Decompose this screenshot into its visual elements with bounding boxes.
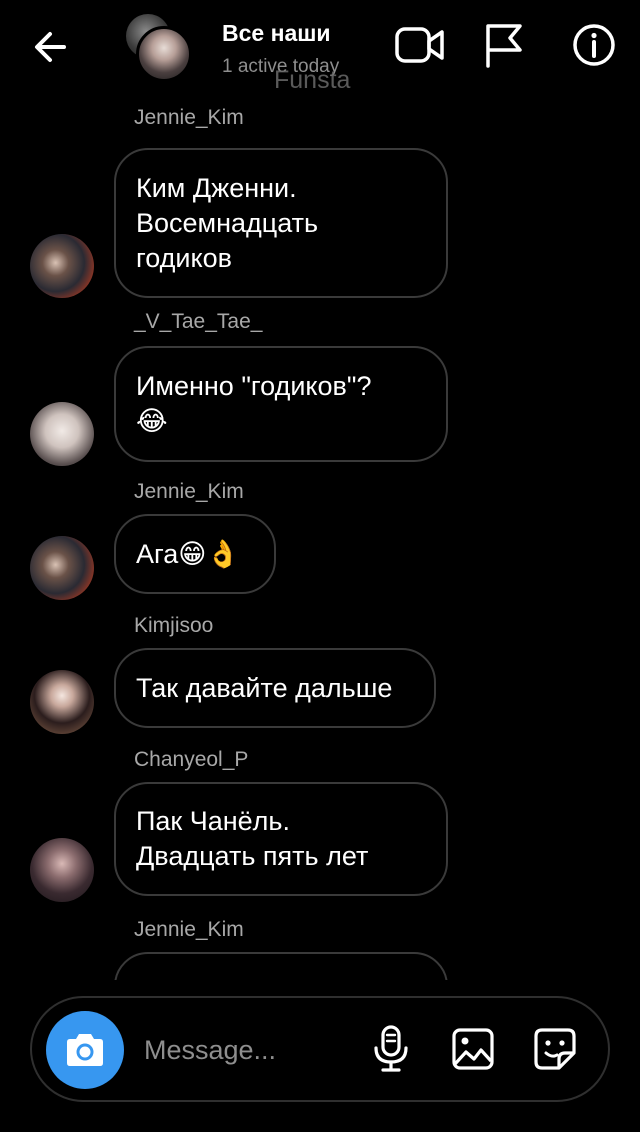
message-input[interactable]: [144, 1028, 344, 1072]
flag-icon[interactable]: [480, 22, 532, 68]
message-bubble[interactable]: [114, 952, 448, 980]
sticker-button[interactable]: [530, 1024, 580, 1074]
avatar[interactable]: [30, 234, 94, 298]
message-line: 😂: [136, 406, 168, 436]
message-line: Восемнадцать: [136, 207, 319, 238]
sender-name: Kimjisoo: [134, 614, 214, 637]
chat-title[interactable]: Все наши: [222, 20, 331, 47]
message-line: Так давайте дальше: [136, 672, 393, 703]
microphone-icon: [374, 1025, 408, 1072]
camera-button[interactable]: [46, 1011, 124, 1089]
image-gallery-icon: [452, 1028, 494, 1070]
message-line: Ким Дженни.: [136, 172, 297, 203]
sender-name: Jennie_Kim: [134, 918, 244, 941]
member-avatar-front: [136, 26, 192, 82]
message-thread[interactable]: Jennie_Kim Ким Дженни. Восемнадцать годи…: [0, 100, 640, 980]
message-line: Ага😁👌: [136, 538, 241, 569]
message-line: Пак Чанёль.: [136, 806, 290, 836]
chat-screen: Все наши 1 active today Funsta Jennie_Ki…: [0, 0, 640, 1132]
video-camera-icon[interactable]: [394, 22, 446, 68]
watermark-text: Funsta: [274, 66, 351, 94]
message-bubble[interactable]: Пак Чанёль. Двадцать пять лет: [114, 782, 448, 896]
avatar[interactable]: [30, 670, 94, 734]
sender-name: _V_Tae_Tae_: [134, 310, 263, 333]
message-bubble[interactable]: Ким Дженни. Восемнадцать годиков: [114, 148, 448, 298]
info-icon[interactable]: [568, 22, 620, 68]
message-bubble[interactable]: Именно "годиков"? 😂: [114, 346, 448, 462]
message-line: Именно "годиков"?: [136, 371, 372, 401]
message-bubble[interactable]: Так давайте дальше: [114, 648, 436, 728]
message-bubble[interactable]: Ага😁👌: [114, 514, 276, 594]
sender-name: Jennie_Kim: [134, 106, 244, 129]
camera-icon: [67, 1034, 103, 1066]
group-avatars[interactable]: [124, 12, 196, 84]
avatar[interactable]: [30, 838, 94, 902]
gallery-button[interactable]: [448, 1024, 498, 1074]
message-text: Пак Чанёль. Двадцать пять лет: [136, 804, 368, 874]
sender-name: Jennie_Kim: [134, 480, 244, 503]
message-composer: [30, 996, 610, 1102]
message-line: годиков: [136, 242, 232, 273]
sender-name: Chanyeol_P: [134, 748, 249, 771]
message-line: Двадцать пять лет: [136, 841, 369, 871]
sticker-icon: [534, 1028, 576, 1070]
microphone-button[interactable]: [366, 1024, 416, 1074]
message-text: Ким Дженни. Восемнадцать годиков: [136, 171, 318, 276]
avatar[interactable]: [30, 536, 94, 600]
message-text: Именно "годиков"? 😂: [136, 369, 372, 439]
back-arrow-icon[interactable]: [30, 26, 72, 68]
avatar[interactable]: [30, 402, 94, 466]
chat-header: Все наши 1 active today Funsta: [0, 0, 640, 100]
